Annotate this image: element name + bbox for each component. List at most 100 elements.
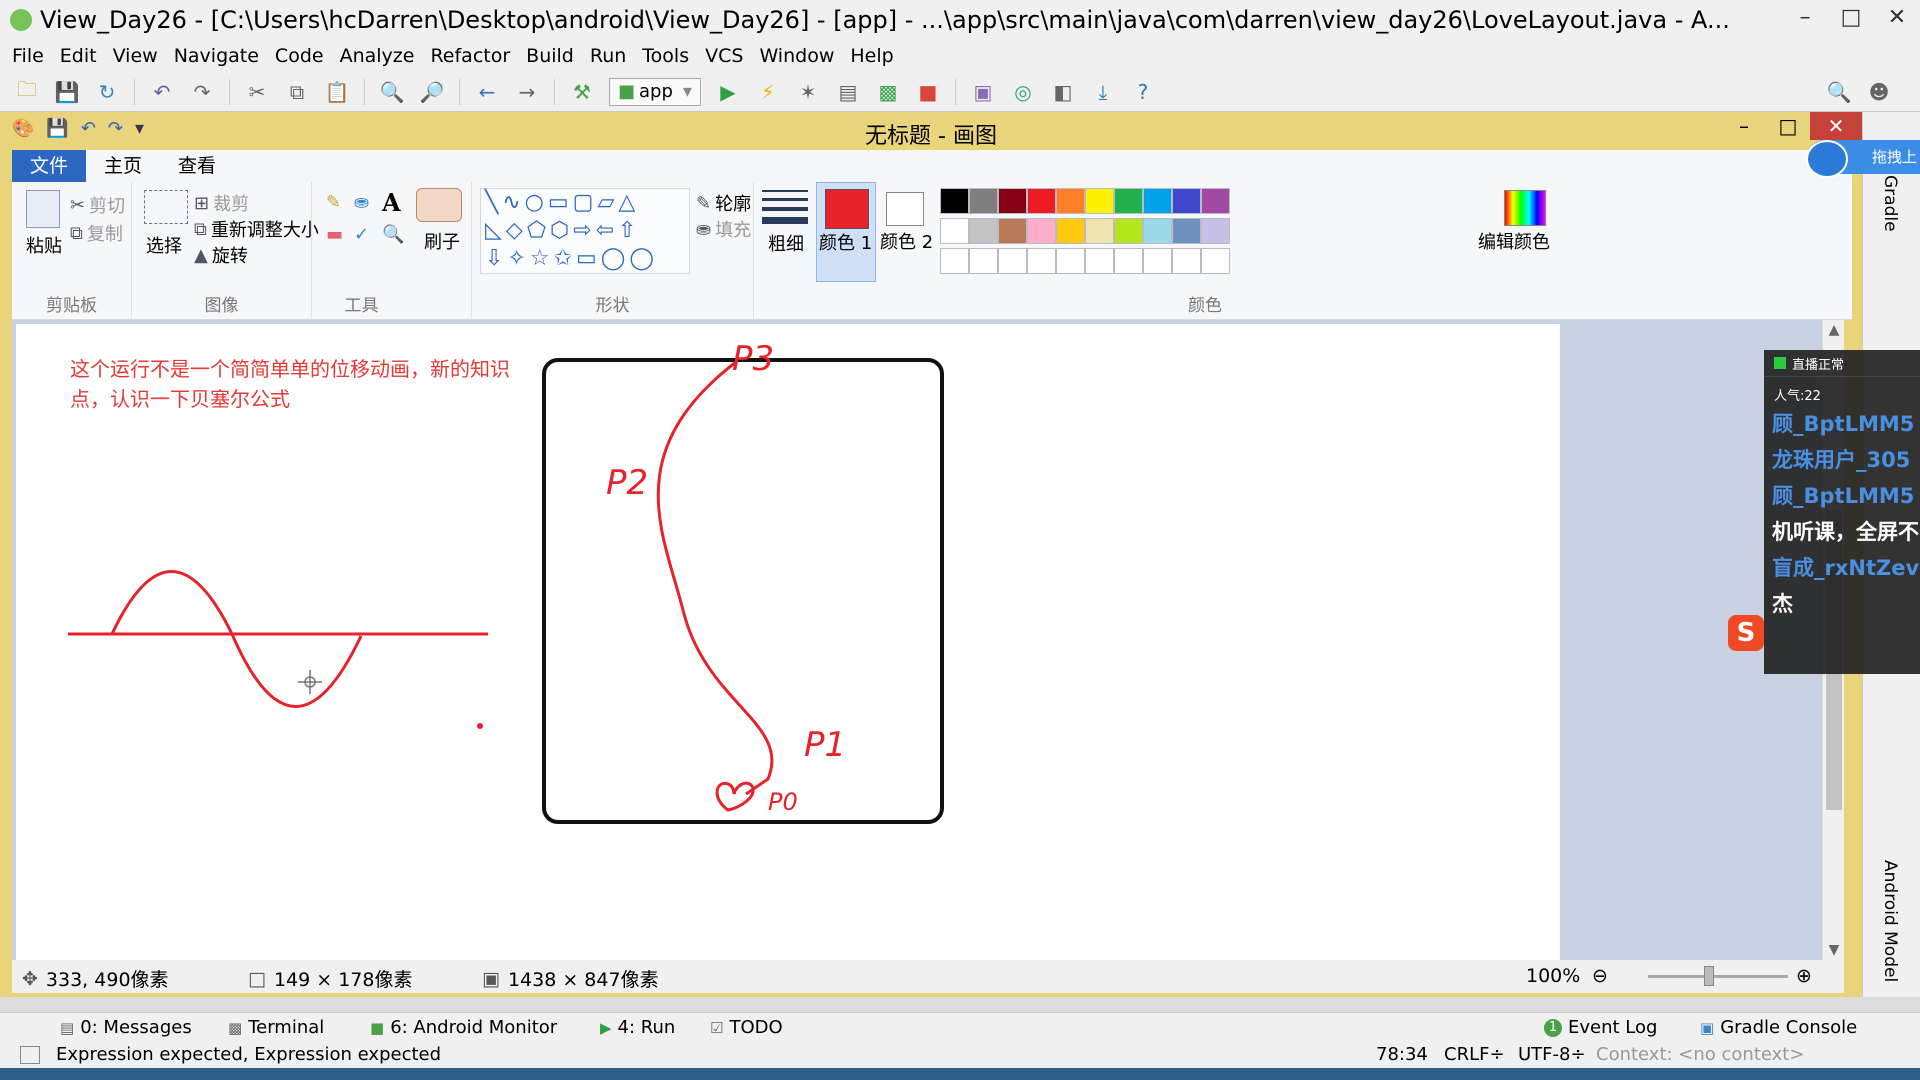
tab-view[interactable]: 查看 [160, 150, 234, 182]
menu-vcs[interactable]: VCS [705, 45, 743, 67]
redo-icon[interactable]: ↷ [189, 79, 215, 105]
cut-button[interactable]: ✂ 剪切 [70, 192, 125, 218]
color-swatch[interactable] [998, 218, 1027, 244]
color-swatch[interactable] [1114, 248, 1143, 274]
paste-button[interactable]: 粘贴 [26, 232, 62, 258]
edit-colors-button[interactable]: 编辑颜色 [1478, 182, 1572, 282]
open-folder-icon[interactable]: 🗀 [14, 77, 40, 105]
menu-file[interactable]: File [12, 45, 44, 67]
avd-manager-icon[interactable]: ◧ [1050, 79, 1076, 105]
text-icon[interactable]: A [382, 188, 401, 217]
color-swatch[interactable] [998, 188, 1027, 214]
tab-event-log[interactable]: 1 Event Log [1544, 1017, 1657, 1038]
zoom-in-icon[interactable]: ⊕ [1796, 965, 1812, 987]
replace-icon[interactable]: 🔎 [419, 79, 445, 105]
color-swatch[interactable] [1143, 188, 1172, 214]
zoom-slider-track[interactable] [1648, 975, 1788, 978]
scroll-up-icon[interactable]: ▲ [1823, 322, 1845, 338]
tab-android-monitor[interactable]: ■ 6: Android Monitor [370, 1017, 557, 1038]
select-icon[interactable] [144, 190, 188, 224]
color-swatch[interactable] [969, 248, 998, 274]
apply-changes-icon[interactable]: ⚡ [755, 79, 781, 105]
back-icon[interactable]: ← [474, 79, 500, 105]
color-swatch[interactable] [1085, 218, 1114, 244]
menu-analyze[interactable]: Analyze [340, 45, 415, 67]
stop-icon[interactable]: ■ [915, 79, 941, 105]
color-swatch[interactable] [1201, 218, 1230, 244]
line-separator[interactable]: CRLF÷ [1444, 1044, 1505, 1065]
minimize-icon[interactable]: – [1722, 112, 1766, 140]
cut-icon[interactable]: ✂ [244, 79, 270, 105]
user-icon[interactable]: ☻ [1866, 79, 1892, 105]
crop-button[interactable]: ⊞ 裁剪 [194, 190, 249, 216]
brush-button[interactable]: 刷子 [424, 228, 460, 254]
magnifier-icon[interactable]: 🔍 [382, 224, 404, 245]
tab-gradle-console[interactable]: ▣ Gradle Console [1700, 1017, 1857, 1038]
color-swatch[interactable] [1201, 248, 1230, 274]
minimize-icon[interactable]: – [1782, 0, 1828, 40]
project-structure-icon[interactable]: ▣ [970, 79, 996, 105]
copy-button[interactable]: ⧉ 复制 [70, 220, 123, 246]
pencil-icon[interactable]: ✎ [326, 192, 341, 213]
android-model-side-tab[interactable]: Android Model [1880, 860, 1900, 982]
profile-icon[interactable]: ▤ [835, 79, 861, 105]
menu-help[interactable]: Help [850, 45, 893, 67]
make-project-icon[interactable]: ⚒ [569, 79, 595, 105]
zoom-out-icon[interactable]: ⊖ [1592, 965, 1608, 987]
rotate-button[interactable]: ▲ 旋转 [194, 242, 248, 268]
sync-icon[interactable]: ↻ [94, 79, 120, 105]
run-configuration-select[interactable]: ■ app ▾ [609, 77, 701, 106]
color-swatch[interactable] [1114, 188, 1143, 214]
menu-run[interactable]: Run [590, 45, 626, 67]
color-swatch[interactable] [940, 188, 969, 214]
color-swatch[interactable] [940, 248, 969, 274]
menu-code[interactable]: Code [275, 45, 324, 67]
color-swatch[interactable] [1114, 218, 1143, 244]
scroll-down-icon[interactable]: ▼ [1823, 942, 1845, 958]
drawing-canvas[interactable]: 这个运行不是一个简简单单的位移动画，新的知识点，认识一下贝塞尔公式 P3 P2 … [16, 324, 1560, 960]
resize-button[interactable]: ⧉ 重新调整大小 [194, 216, 319, 242]
select-button[interactable]: 选择 [146, 232, 182, 258]
debug-icon[interactable]: ✶ [795, 79, 821, 105]
maximize-icon[interactable]: □ [1766, 112, 1810, 140]
color-swatch[interactable] [1027, 218, 1056, 244]
find-icon[interactable]: 🔍 [379, 79, 405, 105]
help-icon[interactable]: ? [1130, 79, 1156, 105]
close-icon[interactable]: ✕ [1810, 112, 1862, 140]
copy-icon[interactable]: ⧉ [284, 79, 310, 105]
color-swatch[interactable] [1027, 248, 1056, 274]
tab-terminal[interactable]: ▩ Terminal [228, 1017, 324, 1038]
undo-icon[interactable]: ↶ [149, 79, 175, 105]
menu-tools[interactable]: Tools [642, 45, 689, 67]
color-swatch[interactable] [1085, 188, 1114, 214]
color-swatch[interactable] [1056, 218, 1085, 244]
color-swatch[interactable] [1143, 218, 1172, 244]
tab-run[interactable]: ▶ 4: Run [600, 1017, 675, 1038]
tab-home[interactable]: 主页 [86, 150, 160, 182]
menu-view[interactable]: View [113, 45, 158, 67]
color-swatch[interactable] [1172, 218, 1201, 244]
color-swatch[interactable] [1056, 248, 1085, 274]
color-swatch[interactable] [1172, 248, 1201, 274]
tab-messages[interactable]: ▤ 0: Messages [60, 1017, 192, 1038]
maximize-icon[interactable]: □ [1828, 0, 1874, 40]
menu-window[interactable]: Window [759, 45, 834, 67]
eraser-icon[interactable]: ▬ [326, 224, 343, 245]
tool-windows-toggle-icon[interactable] [20, 1046, 40, 1064]
color-swatch[interactable] [969, 188, 998, 214]
outline-button[interactable]: ✎ 轮廓 [696, 190, 751, 216]
color-swatch[interactable] [1027, 188, 1056, 214]
menu-build[interactable]: Build [526, 45, 574, 67]
fill-button[interactable]: ⛂ 填充 [696, 216, 751, 242]
color-picker-icon[interactable]: ✓ [354, 224, 369, 245]
color-swatch[interactable] [1085, 248, 1114, 274]
run-icon[interactable]: ▶ [715, 79, 741, 105]
color-swatch[interactable] [1172, 188, 1201, 214]
color-swatch[interactable] [940, 218, 969, 244]
tab-todo[interactable]: ☑ TODO [710, 1017, 783, 1038]
paste-icon[interactable]: 📋 [324, 79, 350, 105]
size-group[interactable]: 粗细 [754, 182, 816, 320]
shapes-gallery[interactable]: ╲∿○▭▢▱△ ◺◇⬠⬡⇨⇦⇧ ⇩✧☆✩▭◯◯ [480, 188, 690, 274]
zoom-slider-thumb[interactable] [1704, 966, 1714, 986]
search-everywhere-icon[interactable]: 🔍 [1826, 79, 1852, 105]
